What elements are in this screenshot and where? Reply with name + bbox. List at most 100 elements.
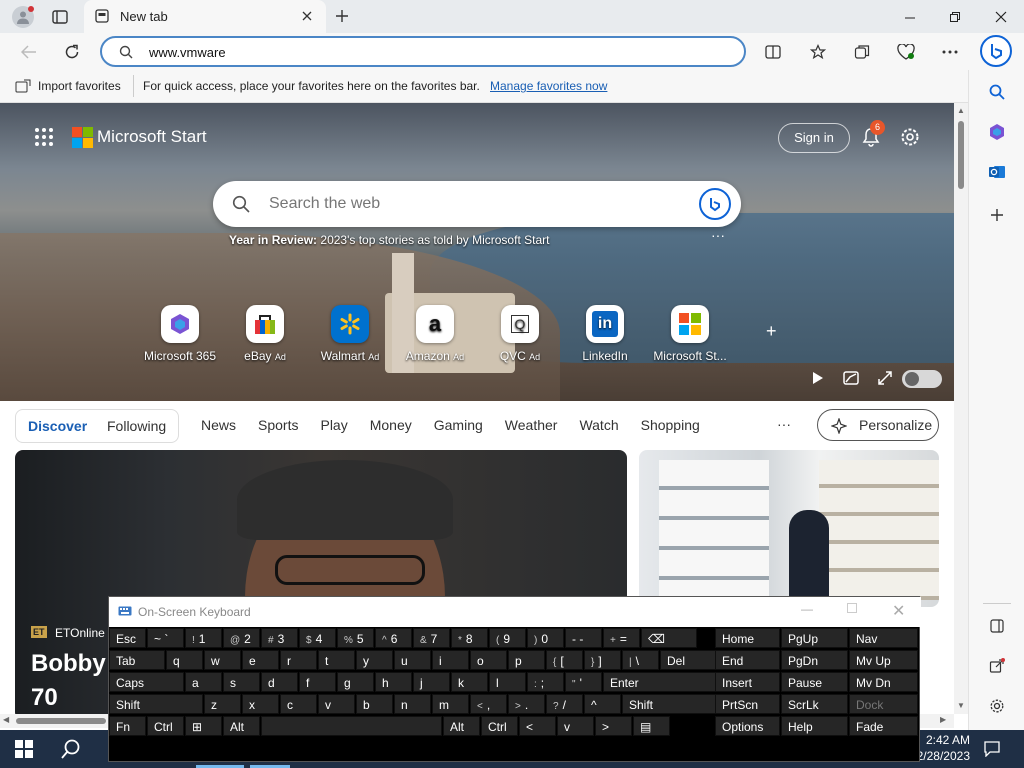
nav-money[interactable]: Money xyxy=(370,417,412,433)
osk-key[interactable]: ^ 6 xyxy=(375,628,412,648)
bing-chat-icon[interactable] xyxy=(699,188,731,220)
osk-nav-key[interactable]: Fade xyxy=(849,716,918,736)
sidebar-search-icon[interactable] xyxy=(987,82,1007,102)
nav-gaming[interactable]: Gaming xyxy=(434,417,483,433)
address-bar[interactable]: www.vmware xyxy=(100,36,746,67)
tab-new-tab[interactable]: New tab xyxy=(84,0,326,33)
nav-play[interactable]: Play xyxy=(320,417,347,433)
refresh-icon[interactable] xyxy=(61,41,83,63)
osk-nav-key[interactable]: PgDn xyxy=(781,650,848,670)
osk-key[interactable]: h xyxy=(375,672,412,692)
quicklink-ebay[interactable]: eBay Ad xyxy=(225,305,305,363)
sidebar-add-icon[interactable] xyxy=(987,205,1007,225)
osk-key[interactable]: ⌫ xyxy=(641,628,697,648)
quicklink-qvc[interactable]: Q QVC Ad xyxy=(480,305,560,363)
osk-key[interactable] xyxy=(261,716,442,736)
osk-maximize-icon[interactable] xyxy=(847,603,857,613)
quicklink-microsoft-365[interactable]: Microsoft 365 xyxy=(140,305,220,363)
osk-key[interactable]: m xyxy=(432,694,469,714)
osk-nav-key[interactable]: ScrLk xyxy=(781,694,848,714)
more-menu-icon[interactable] xyxy=(940,42,960,62)
osk-key[interactable]: w xyxy=(204,650,241,670)
osk-key[interactable]: a xyxy=(185,672,222,692)
osk-key[interactable]: e xyxy=(242,650,279,670)
import-favorites-link[interactable]: Import favorites xyxy=(38,79,121,93)
microsoft-start-brand[interactable]: Microsoft Start xyxy=(97,127,207,147)
osk-key[interactable]: > xyxy=(595,716,632,736)
windows-start-icon[interactable] xyxy=(14,739,34,759)
scroll-down-arrow-icon[interactable]: ▼ xyxy=(957,701,965,710)
banner-more-icon[interactable]: ··· xyxy=(711,227,725,243)
osk-key[interactable]: ~ ` xyxy=(147,628,184,648)
osk-key[interactable]: }] xyxy=(584,650,621,670)
osk-nav-key[interactable]: Dock xyxy=(849,694,918,714)
sidebar-m365-icon[interactable] xyxy=(987,122,1007,142)
taskbar-search-icon[interactable] xyxy=(60,738,82,760)
osk-key[interactable]: l xyxy=(489,672,526,692)
scroll-left-arrow-icon[interactable]: ◀ xyxy=(3,715,9,724)
osk-nav-key[interactable]: Options xyxy=(715,716,780,736)
osk-key[interactable]: Fn xyxy=(109,716,146,736)
sign-in-button[interactable]: Sign in xyxy=(778,123,850,153)
close-window-icon[interactable] xyxy=(991,8,1011,26)
web-search-box[interactable]: Search the web xyxy=(213,181,741,227)
osk-key[interactable]: j xyxy=(413,672,450,692)
osk-minimize-icon[interactable]: — xyxy=(801,602,813,616)
osk-key[interactable]: (9 xyxy=(489,628,526,648)
osk-key[interactable]: q xyxy=(166,650,203,670)
osk-key[interactable]: - - xyxy=(565,628,602,648)
osk-key[interactable]: Caps xyxy=(109,672,184,692)
osk-close-icon[interactable]: ✕ xyxy=(892,601,905,621)
osk-nav-key[interactable]: Home xyxy=(715,628,780,648)
osk-key[interactable]: r xyxy=(280,650,317,670)
osk-nav-key[interactable]: Help xyxy=(781,716,848,736)
minimize-icon[interactable] xyxy=(900,8,920,26)
change-background-icon[interactable] xyxy=(842,369,860,387)
sidebar-settings-gear-icon[interactable] xyxy=(987,696,1007,716)
osk-key[interactable]: ▤ xyxy=(633,716,670,736)
osk-key[interactable]: s xyxy=(223,672,260,692)
notification-center-icon[interactable] xyxy=(982,739,1002,759)
osk-key[interactable]: {[ xyxy=(546,650,583,670)
manage-favorites-link[interactable]: Manage favorites now xyxy=(490,79,607,93)
year-in-review-banner[interactable]: Year in Review: 2023's top stories as to… xyxy=(229,233,549,247)
osk-key[interactable]: y xyxy=(356,650,393,670)
tab-discover[interactable]: Discover xyxy=(28,418,87,434)
osk-key[interactable]: #3 xyxy=(261,628,298,648)
scroll-right-arrow-icon[interactable]: ▶ xyxy=(940,715,946,724)
osk-key[interactable]: k xyxy=(451,672,488,692)
osk-key[interactable]: c xyxy=(280,694,317,714)
new-tab-plus-icon[interactable] xyxy=(332,6,352,26)
osk-key[interactable]: ) 0 xyxy=(527,628,564,648)
collections-icon[interactable] xyxy=(852,42,872,62)
osk-key[interactable]: ^ xyxy=(584,694,621,714)
page-scrollbar[interactable]: ▲ ▼ xyxy=(954,103,968,714)
add-quicklink-plus-icon[interactable]: + xyxy=(766,321,777,342)
osk-key[interactable]: z xyxy=(204,694,241,714)
osk-key[interactable]: Enter xyxy=(603,672,716,692)
sidebar-outlook-icon[interactable] xyxy=(987,162,1007,182)
scroll-up-arrow-icon[interactable]: ▲ xyxy=(957,106,965,115)
osk-key[interactable]: u xyxy=(394,650,431,670)
app-launcher-icon[interactable] xyxy=(33,126,55,148)
osk-key[interactable]: d xyxy=(261,672,298,692)
osk-key[interactable]: g xyxy=(337,672,374,692)
pharmacy-article-card[interactable] xyxy=(639,450,939,607)
play-video-icon[interactable] xyxy=(809,369,827,387)
osk-key[interactable]: Tab xyxy=(109,650,165,670)
osk-key[interactable]: Shift xyxy=(622,694,716,714)
osk-key[interactable]: Alt xyxy=(443,716,480,736)
osk-key[interactable]: % 5 xyxy=(337,628,374,648)
split-screen-icon[interactable] xyxy=(763,42,783,62)
osk-key[interactable]: " ' xyxy=(565,672,602,692)
osk-key[interactable]: + = xyxy=(603,628,640,648)
tab-following[interactable]: Following xyxy=(107,418,166,434)
nav-sports[interactable]: Sports xyxy=(258,417,298,433)
quicklink-microsoft-store[interactable]: Microsoft St... xyxy=(650,305,730,363)
personalize-button[interactable]: Personalize xyxy=(817,409,939,441)
close-tab-icon[interactable] xyxy=(300,9,314,23)
sidebar-hide-icon[interactable] xyxy=(987,616,1007,636)
nav-more-icon[interactable]: ··· xyxy=(777,416,791,432)
osk-key[interactable]: Ctrl xyxy=(147,716,184,736)
sidebar-share-icon[interactable] xyxy=(987,656,1007,676)
